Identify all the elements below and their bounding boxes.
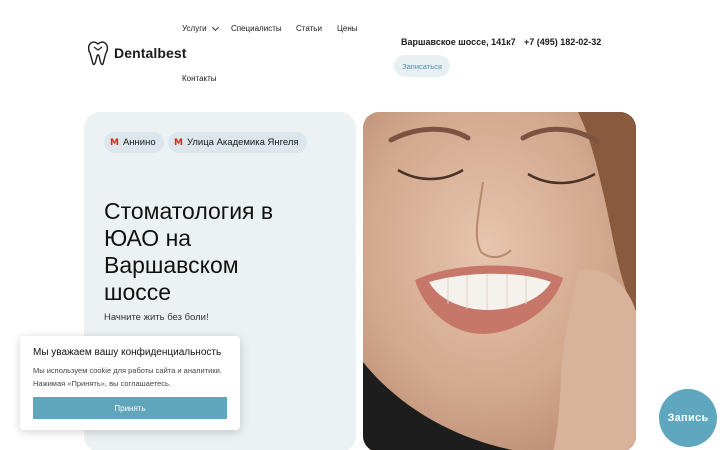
hero-title: Стоматология в ЮАО на Варшавском шоссе [104,198,274,305]
cookie-text: Мы используем cookie для работы сайта и … [33,366,222,388]
nav-specialists[interactable]: Специалисты [231,24,282,33]
cookie-title: Мы уважаем вашу конфиденциальность [33,347,222,358]
metro-icon: М [174,137,183,148]
cookie-banner: Мы уважаем вашу конфиденциальность Мы ис… [20,336,240,430]
tooth-icon [88,41,108,66]
header-phone[interactable]: +7 (495) 182-02-32 [524,37,601,47]
metro-icon: М [110,137,119,148]
brand-name: Dentalbest [114,45,187,61]
metro-chip-annino[interactable]: М Аннино [104,132,164,153]
nav-services[interactable]: Услуги [182,23,219,33]
record-fab-button[interactable]: Запись [659,389,717,447]
hero-photo [363,112,636,450]
cookie-accept-button[interactable]: Принять [33,397,227,419]
hero-subtitle: Начните жить без боли! [104,312,209,323]
nav-services-label: Услуги [182,24,207,33]
nav-articles[interactable]: Статьи [296,24,322,33]
metro-station-label: Улица Академика Янгеля [186,137,299,148]
nav-prices[interactable]: Цены [337,24,358,33]
logo[interactable]: Dentalbest [88,40,187,66]
metro-chip-yangelya[interactable]: М Улица Академика Янгеля [168,132,307,153]
metro-station-label: Аннино [122,137,156,148]
signup-button[interactable]: Записаться [394,55,450,77]
chevron-down-icon [211,23,219,31]
header-address[interactable]: Варшавское шоссе, 141к7 [401,37,516,47]
nav-contacts[interactable]: Контакты [182,74,217,83]
